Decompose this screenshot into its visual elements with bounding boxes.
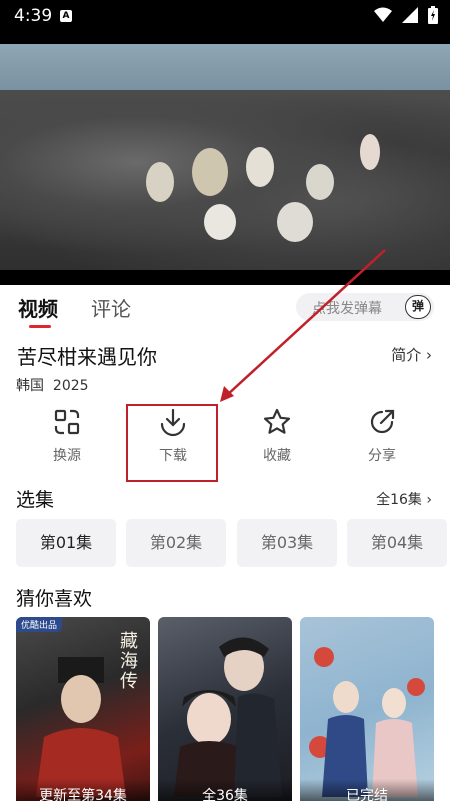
recommend-title: 猜你喜欢: [16, 588, 93, 610]
danmu-placeholder: 点我发弹幕: [312, 301, 382, 317]
danmu-input[interactable]: 点我发弹幕 弹: [296, 293, 434, 321]
favorite-button[interactable]: 收藏: [237, 407, 317, 465]
tab-comments[interactable]: 评论: [91, 293, 131, 322]
status-right-icons: [374, 6, 438, 24]
action-label: 换源: [53, 448, 81, 464]
poster-figure: [36, 657, 126, 797]
episode-item-04[interactable]: 第04集: [347, 519, 447, 567]
status-bar: 4:39 A: [0, 0, 450, 32]
wifi-icon: [374, 7, 392, 22]
video-player[interactable]: [0, 32, 450, 285]
intro-link[interactable]: 简介 ›: [391, 344, 432, 365]
detail-content: 苦尽柑来遇见你 简介 › 韩国 2025 换源 下载 收藏 分享 选集 全16集…: [0, 335, 450, 801]
share-button[interactable]: 分享: [342, 407, 422, 465]
episodes-title: 选集: [16, 489, 55, 511]
recommend-badge: 优酷出品: [16, 617, 63, 632]
recommend-caption: 已完结: [300, 779, 434, 801]
notification-icon: A: [60, 10, 72, 22]
recommend-list: 优酷出品 藏海传 更新至第34集 全36集 已完结: [16, 617, 450, 801]
show-year: 2025: [52, 378, 89, 394]
chevron-right-icon: ›: [426, 492, 432, 508]
show-meta: 韩国 2025: [16, 375, 89, 395]
share-icon: [370, 409, 395, 434]
action-label: 收藏: [263, 448, 291, 464]
video-frame-people: [146, 134, 380, 242]
action-label: 分享: [368, 448, 396, 464]
recommend-card-3[interactable]: 已完结: [300, 617, 434, 801]
status-time: 4:39: [14, 6, 53, 26]
battery-icon: [428, 6, 438, 24]
episode-item-03[interactable]: 第03集: [237, 519, 337, 567]
star-icon: [263, 408, 291, 434]
tab-video[interactable]: 视频: [18, 293, 58, 322]
recommend-caption: 全36集: [158, 779, 292, 801]
show-title: 苦尽柑来遇见你: [17, 345, 157, 369]
switch-source-button[interactable]: 换源: [27, 407, 107, 465]
episode-item-01[interactable]: 第01集: [16, 519, 116, 567]
recommend-card-2[interactable]: 全36集: [158, 617, 292, 801]
highlight-box: [126, 404, 218, 482]
episode-list: 第01集 第02集 第03集 第04集: [16, 519, 450, 567]
poster-figure: [309, 647, 425, 797]
video-bottom-bar: [0, 270, 450, 285]
tab-bar: 视频 评论 点我发弹幕 弹: [0, 285, 450, 335]
switch-source-icon: [54, 409, 80, 435]
recommend-card-1[interactable]: 优酷出品 藏海传 更新至第34集: [16, 617, 150, 801]
action-row: 换源 下载 收藏 分享: [0, 407, 450, 477]
intro-label: 简介: [391, 346, 422, 364]
recommend-caption: 更新至第34集: [16, 779, 150, 801]
signal-icon: [402, 7, 418, 23]
episode-item-02[interactable]: 第02集: [126, 519, 226, 567]
tab-active-indicator: [29, 325, 51, 328]
episodes-all-link[interactable]: 全16集 ›: [376, 489, 432, 509]
danmu-toggle-icon[interactable]: 弹: [405, 295, 431, 319]
chevron-right-icon: ›: [426, 346, 432, 364]
episodes-total: 全16集: [376, 492, 422, 508]
poster-figure: [174, 637, 282, 797]
show-country: 韩国: [16, 378, 44, 394]
